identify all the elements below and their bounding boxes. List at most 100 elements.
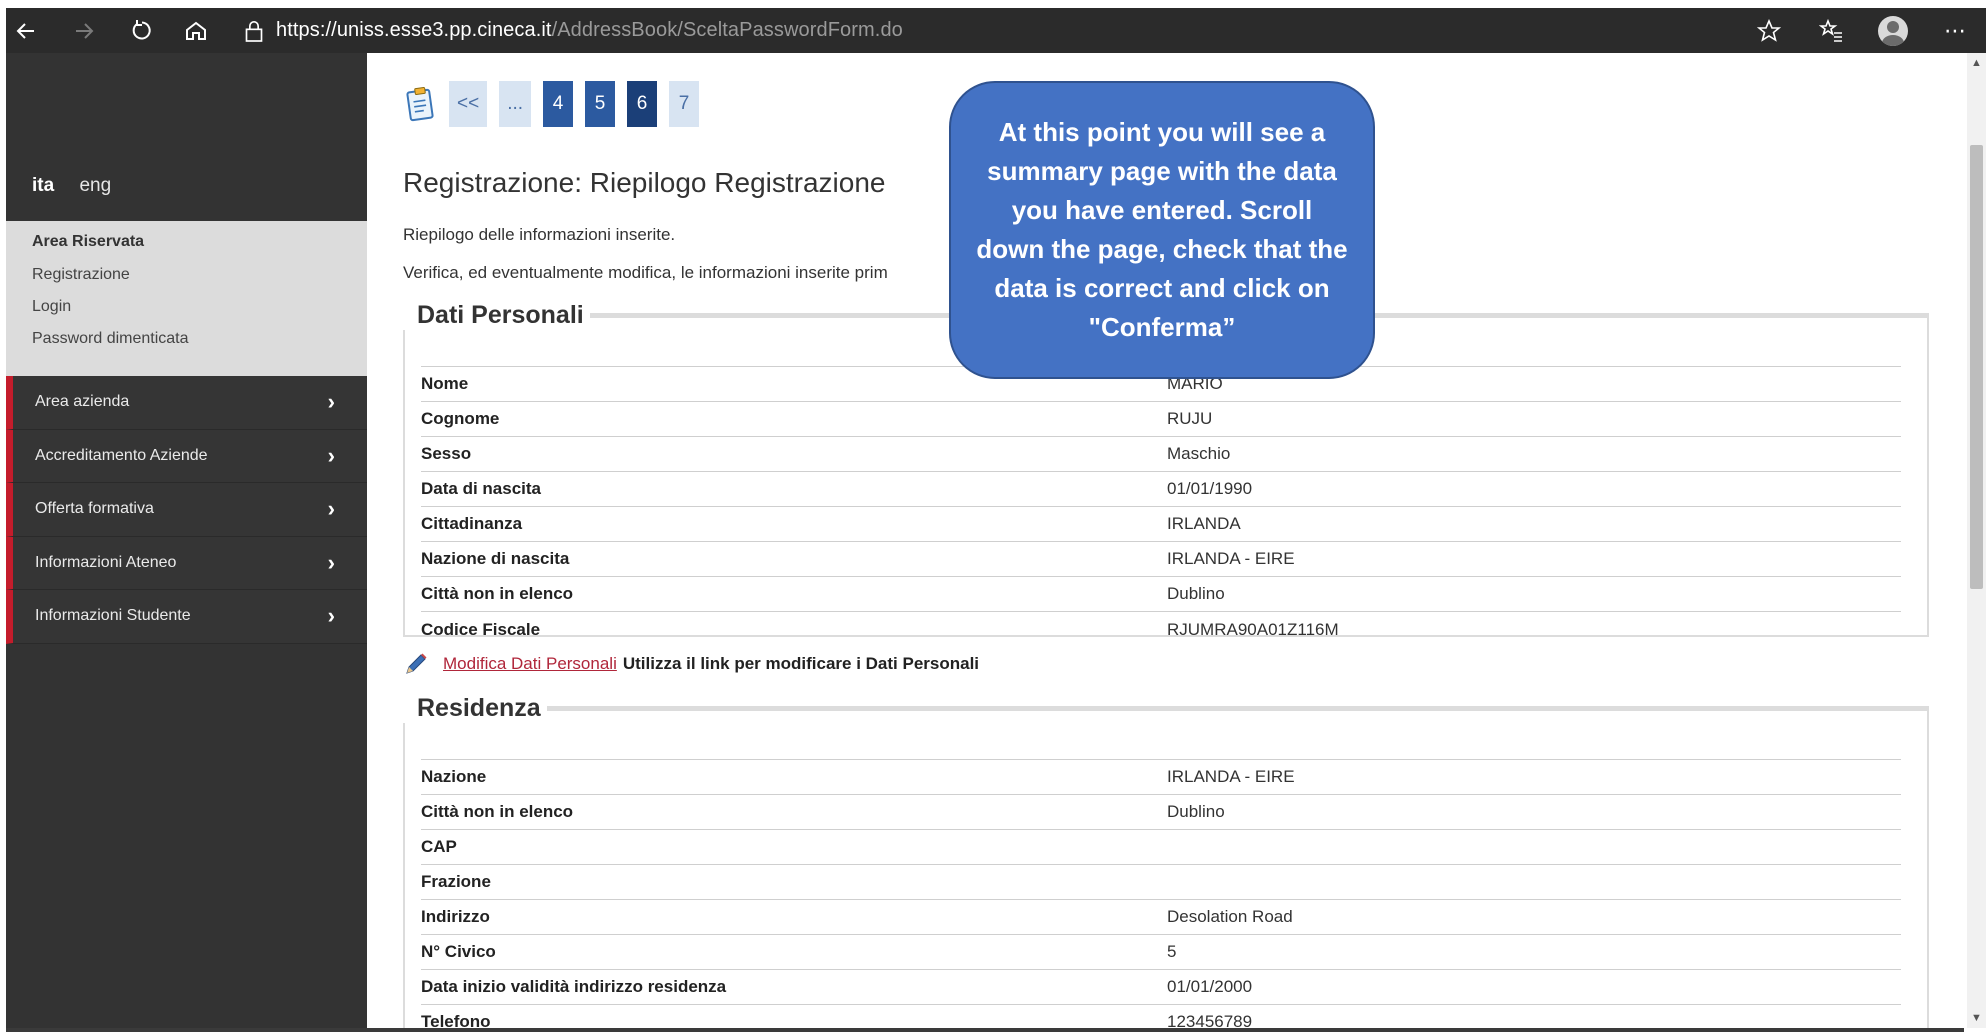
row-value: 5 (1167, 942, 1177, 961)
row-label: Città non in elenco (421, 584, 574, 603)
home-icon[interactable] (176, 11, 216, 51)
row-value: IRLANDA - EIRE (1167, 549, 1295, 568)
row-value: Dublino (1167, 802, 1225, 821)
row-label: CAP (421, 837, 457, 856)
pager-page-7[interactable]: 7 (669, 81, 700, 127)
row-label: Cognome (421, 409, 500, 428)
table-row: Città non in elenco Dublino (421, 577, 1901, 612)
table-row: Nazione di nascita IRLANDA - EIRE (421, 542, 1901, 577)
sidebar-item-informazioni-ateneo[interactable]: Informazioni Ateneo › (6, 536, 367, 590)
sidebar-item-registrazione[interactable]: Registrazione (32, 266, 367, 284)
row-label: Città non in elenco (421, 802, 574, 821)
scrollbar-thumb[interactable] (1970, 145, 1983, 589)
table-row: Sesso Maschio (421, 437, 1901, 472)
more-options-icon[interactable]: ⋯ (1924, 11, 1986, 51)
lang-eng[interactable]: eng (79, 175, 111, 196)
lang-ita[interactable]: ita (32, 175, 54, 196)
scroll-down-icon[interactable]: ▼ (1971, 1012, 1982, 1024)
residenza-legend: Residenza (417, 694, 541, 722)
table-row: Cognome RUJU (421, 402, 1901, 437)
instruction-callout: At this point you will see a summary pag… (949, 81, 1375, 379)
table-row: Città non in elenco Dublino (421, 795, 1901, 830)
row-label: Cittadinanza (421, 514, 523, 533)
table-row: N° Civico 5 (421, 935, 1901, 970)
back-icon[interactable] (6, 11, 46, 51)
table-row: Nazione IRLANDA - EIRE (421, 760, 1901, 795)
pager-page-5[interactable]: 5 (585, 81, 616, 127)
chevron-right-icon: › (327, 442, 335, 468)
table-row: Cittadinanza IRLANDA (421, 507, 1901, 542)
chevron-right-icon: › (327, 496, 335, 522)
pencil-icon (406, 653, 427, 674)
dati-personali-legend: Dati Personali (417, 301, 584, 329)
table-row: Codice Fiscale RJUMRA90A01Z116M (421, 612, 1901, 647)
residenza-table: Nazione IRLANDA - EIRE Città non in elenc… (421, 759, 1901, 1032)
edit-personal-data-line: Modifica Dati Personali Utilizza il link… (403, 651, 979, 677)
table-row: Frazione (421, 865, 1901, 900)
table-row: Data di nascita 01/01/1990 (421, 472, 1901, 507)
row-label: N° Civico (421, 942, 496, 961)
row-value: IRLANDA - EIRE (1167, 767, 1295, 786)
sidebar-item-informazioni-studente[interactable]: Informazioni Studente › (6, 590, 367, 644)
sidebar-item-password-dimenticata[interactable]: Password dimenticata (32, 330, 367, 348)
sidebar-item-label: Offerta formativa (35, 500, 154, 518)
page-title: Registrazione: Riepilogo Registrazione (403, 167, 886, 198)
intro-text: Riepilogo delle informazioni inserite. (403, 225, 676, 244)
verify-text: Verifica, ed eventualmente modifica, le … (403, 263, 888, 282)
chevron-right-icon: › (327, 389, 335, 415)
browser-toolbar: https://uniss.esse3.pp.cineca.it/Address… (6, 8, 1986, 53)
row-value: RJUMRA90A01Z116M (1167, 619, 1339, 639)
table-row: Data inizio validità indirizzo residenza… (421, 970, 1901, 1005)
sidebar-item-login[interactable]: Login (32, 298, 367, 316)
table-row: CAP (421, 830, 1901, 865)
clipboard-icon (406, 86, 434, 122)
sidebar-item-label: Informazioni Studente (35, 607, 191, 625)
favorites-list-icon[interactable] (1800, 11, 1862, 51)
row-value: 01/01/2000 (1167, 977, 1253, 996)
row-value: Maschio (1167, 444, 1231, 463)
sidebar-item-label: Area azienda (35, 393, 130, 411)
sidebar-item-offerta-formativa[interactable]: Offerta formativa › (6, 483, 367, 537)
address-bar[interactable]: https://uniss.esse3.pp.cineca.it/Address… (276, 19, 903, 42)
sidebar-item-label: Accreditamento Aziende (35, 446, 208, 464)
favorite-star-icon[interactable] (1738, 11, 1800, 51)
language-switch: ita eng (32, 175, 111, 197)
reserved-area: Area Riservata Registrazione Login Passw… (6, 221, 367, 376)
edit-personal-data-link[interactable]: Modifica Dati Personali (443, 654, 617, 674)
row-label: Data inizio validità indirizzo residenza (421, 977, 727, 996)
sidebar-menu: Area azienda › Accreditamento Aziende › Of… (6, 376, 367, 644)
pager-first-button[interactable]: << (449, 81, 488, 127)
url-host: https://uniss.esse3.pp.cineca.it (276, 19, 552, 41)
row-label: Indirizzo (421, 907, 490, 926)
forward-icon[interactable] (64, 11, 104, 51)
pager-ellipsis[interactable]: ... (499, 81, 532, 127)
row-label: Codice Fiscale (421, 619, 541, 639)
avatar (1878, 15, 1908, 46)
row-value: 01/01/1990 (1167, 479, 1253, 498)
sidebar-item-accreditamento-aziende[interactable]: Accreditamento Aziende › (6, 429, 367, 483)
table-row: Indirizzo Desolation Road (421, 900, 1901, 935)
reserved-area-title: Area Riservata (32, 233, 145, 250)
scroll-up-icon[interactable]: ▲ (1971, 57, 1982, 69)
row-value: Dublino (1167, 584, 1225, 603)
chevron-right-icon: › (327, 549, 335, 575)
row-value: IRLANDA (1167, 514, 1241, 533)
url-path: /AddressBook/SceltaPasswordForm.do (551, 19, 903, 41)
sidebar-item-area-azienda[interactable]: Area azienda › (6, 376, 367, 430)
refresh-icon[interactable] (122, 11, 162, 51)
chevron-right-icon: › (327, 603, 335, 629)
vertical-scrollbar[interactable]: ▲ ▼ (1967, 53, 1986, 1028)
edit-personal-data-note: Utilizza il link per modificare i Dati P… (622, 654, 980, 673)
residenza-section: Residenza Nazione IRLANDA - EIRE Città no… (403, 694, 1929, 1032)
pager-page-4[interactable]: 4 (543, 81, 574, 127)
sidebar: ita eng Area Riservata Registrazione Log… (6, 53, 367, 1028)
step-pager: << ... 4 5 6 7 (405, 81, 711, 127)
row-label: Frazione (421, 872, 491, 891)
lock-icon[interactable] (242, 17, 266, 45)
row-label: Data di nascita (421, 479, 541, 498)
pager-page-6-current[interactable]: 6 (627, 81, 658, 127)
row-label: Nazione di nascita (421, 549, 570, 568)
sidebar-item-label: Informazioni Ateneo (35, 553, 177, 571)
taskbar-edge (6, 1028, 1964, 1032)
profile-avatar[interactable] (1862, 11, 1924, 51)
